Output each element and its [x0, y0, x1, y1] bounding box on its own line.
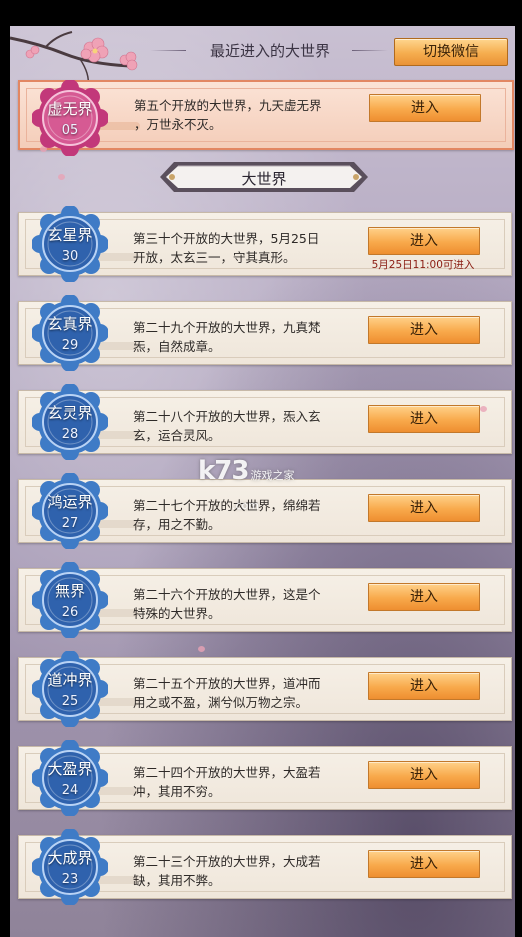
world-number: 27	[61, 516, 79, 531]
world-name: 玄灵界	[47, 404, 93, 422]
world-badge[interactable]: 鸿运界 27	[32, 473, 108, 549]
petal-decoration	[58, 174, 65, 180]
world-badge[interactable]: 無界 26	[32, 562, 108, 638]
world-number: 29	[61, 338, 79, 353]
recent-worlds-title: 最近进入的大世界	[209, 42, 330, 60]
world-description: 第二十九个开放的大世界，九真梵 炁，自然成章。	[133, 318, 353, 356]
world-badge[interactable]: 道冲界 25	[32, 651, 108, 727]
world-name: 道冲界	[47, 671, 93, 689]
world-description-line-1: 第二十五个开放的大世界，道冲而	[133, 676, 321, 691]
section-title: 大世界	[241, 170, 287, 188]
world-badge[interactable]: 玄真界 29	[32, 295, 108, 371]
world-badge[interactable]: 玄灵界 28	[32, 384, 108, 460]
world-number: 26	[61, 605, 79, 620]
world-name: 玄真界	[47, 315, 93, 333]
world-description-line-2: 玄，运合灵风。	[133, 428, 221, 443]
section-banner: 大世界	[158, 158, 370, 196]
k73-watermark: k73 游戏之家 .com	[198, 456, 294, 516]
petal-decoration	[480, 406, 487, 412]
world-name: 大盈界	[47, 760, 93, 778]
world-number: 30	[61, 249, 79, 264]
world-number: 23	[61, 872, 79, 887]
title-rule-left	[150, 50, 186, 51]
world-description-line-2: 特殊的大世界。	[133, 606, 221, 621]
enter-button[interactable]: 进入	[368, 405, 480, 433]
world-description-line-1: 第二十九个开放的大世界，九真梵	[133, 320, 321, 335]
enter-button[interactable]: 进入	[368, 316, 480, 344]
world-name: 大成界	[47, 849, 93, 867]
world-name: 鸿运界	[47, 493, 93, 511]
world-description-line-1: 第二十六个开放的大世界，这是个	[133, 587, 321, 602]
world-description-line-2: 开放，太玄三一，守其真形。	[133, 250, 296, 265]
world-description-line-2: 炁，自然成章。	[133, 339, 221, 354]
world-select-panel: 最近进入的大世界 切换微信 第五个开放的大世界，九天虚无界 ，万世永不灭。 进入…	[10, 26, 515, 937]
world-description-line-2: 存，用之不勤。	[133, 517, 221, 532]
world-description-line-1: 第三十个开放的大世界，5月25日	[133, 231, 320, 246]
world-description-line-2: 缺，其用不弊。	[133, 873, 221, 888]
switch-wechat-button[interactable]: 切换微信	[394, 38, 508, 66]
world-description: 第二十八个开放的大世界，炁入玄 玄，运合灵风。	[133, 407, 353, 445]
world-description-line-2: ，万世永不灭。	[134, 117, 222, 132]
petal-decoration	[198, 646, 205, 652]
world-number: 28	[61, 427, 79, 442]
world-badge-recent[interactable]: 虚无界 05	[32, 80, 108, 156]
world-description-line-2: 冲，其用不穷。	[133, 784, 221, 799]
world-name: 玄星界	[47, 226, 93, 244]
enter-button[interactable]: 进入	[368, 494, 480, 522]
enter-button[interactable]: 进入	[368, 227, 480, 255]
world-badge[interactable]: 大成界 23	[32, 829, 108, 905]
enter-button[interactable]: 进入	[368, 761, 480, 789]
enter-button[interactable]: 进入	[369, 94, 481, 122]
enter-button[interactable]: 进入	[368, 583, 480, 611]
open-time-note: 5月25日11:00可进入	[371, 259, 475, 271]
world-description-line-1: 第二十四个开放的大世界，大盈若	[133, 765, 321, 780]
watermark-domain: .com	[232, 499, 259, 512]
watermark-main: k73	[198, 456, 249, 486]
world-name: 虚无界	[47, 100, 93, 118]
world-description: 第二十四个开放的大世界，大盈若 冲，其用不穷。	[133, 763, 353, 801]
watermark-sub: 游戏之家	[250, 469, 295, 482]
title-rule-right	[352, 50, 388, 51]
world-description: 第三十个开放的大世界，5月25日 开放，太玄三一，守其真形。	[133, 229, 353, 267]
world-description-line-1: 第二十八个开放的大世界，炁入玄	[133, 409, 321, 424]
world-description: 第二十五个开放的大世界，道冲而 用之或不盈，渊兮似万物之宗。	[133, 674, 353, 712]
world-description: 第五个开放的大世界，九天虚无界 ，万世永不灭。	[134, 96, 354, 134]
world-number: 25	[61, 694, 79, 709]
world-number: 05	[61, 123, 79, 138]
world-name: 無界	[54, 582, 85, 600]
enter-button[interactable]: 进入	[368, 850, 480, 878]
world-description-line-2: 用之或不盈，渊兮似万物之宗。	[133, 695, 309, 710]
world-description: 第二十六个开放的大世界，这是个 特殊的大世界。	[133, 585, 353, 623]
enter-button[interactable]: 进入	[368, 672, 480, 700]
world-description-line-1: 第五个开放的大世界，九天虚无界	[134, 98, 322, 113]
world-number: 24	[61, 783, 79, 798]
world-description-line-1: 第二十三个开放的大世界，大成若	[133, 854, 321, 869]
world-badge[interactable]: 大盈界 24	[32, 740, 108, 816]
world-description: 第二十三个开放的大世界，大成若 缺，其用不弊。	[133, 852, 353, 890]
world-badge[interactable]: 玄星界 30	[32, 206, 108, 282]
